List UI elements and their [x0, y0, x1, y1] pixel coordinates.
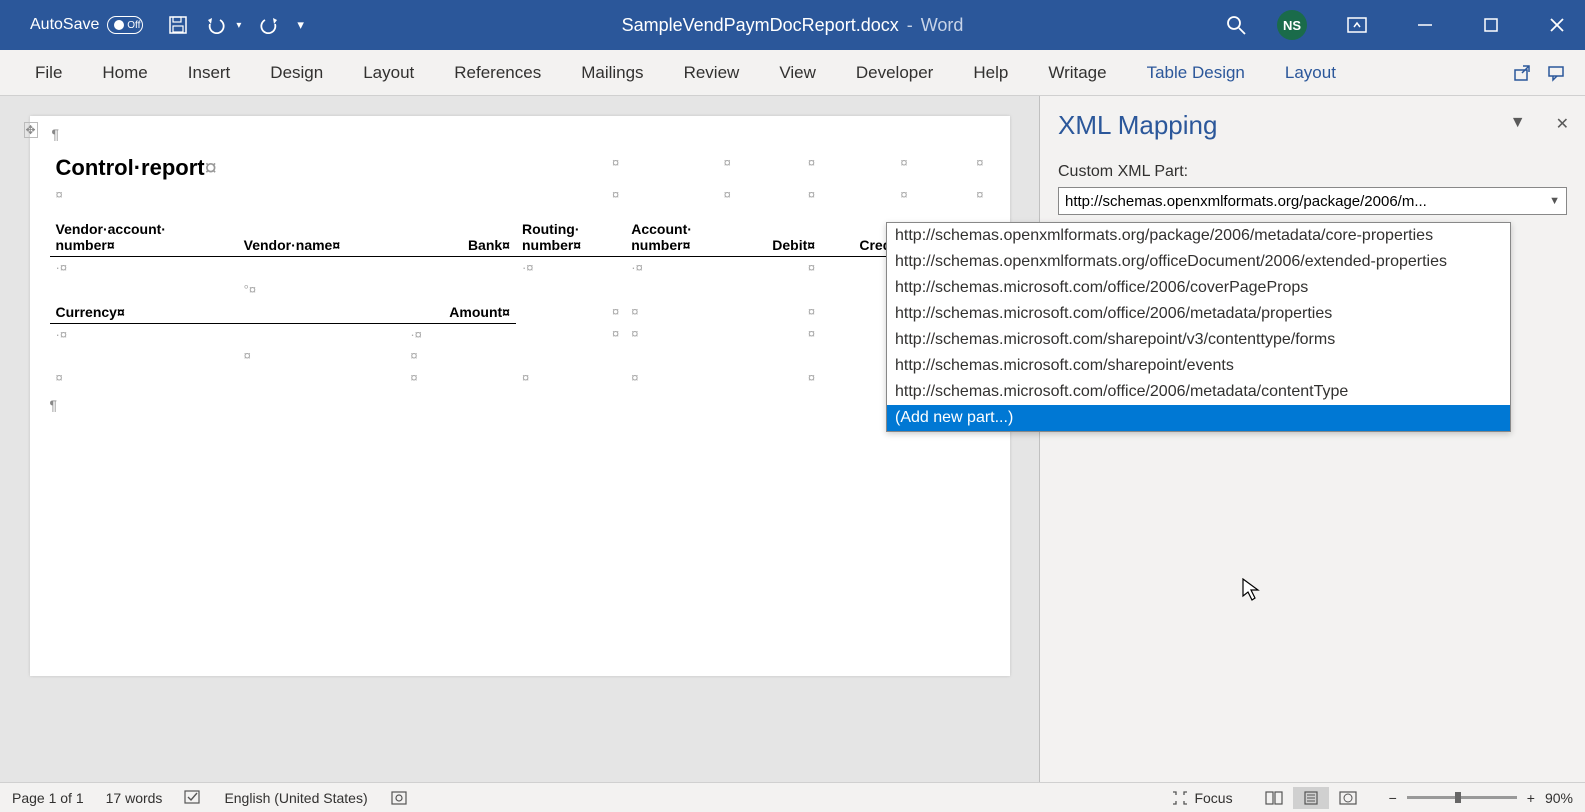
status-words[interactable]: 17 words — [106, 790, 163, 806]
xml-part-combo[interactable]: http://schemas.openxmlformats.org/packag… — [1058, 187, 1567, 215]
autosave-label: AutoSave — [30, 16, 99, 34]
paragraph-mark-icon: ¶ — [52, 126, 60, 142]
comments-icon[interactable] — [1542, 59, 1570, 87]
col-account: Account·number¤ — [625, 218, 737, 257]
col-amount: Amount¤ — [404, 301, 516, 324]
title-bar: AutoSave Off ▾ ▾ SampleVendPaymDocReport… — [0, 0, 1585, 50]
dropdown-option[interactable]: http://schemas.openxmlformats.org/packag… — [887, 223, 1510, 249]
spellcheck-icon[interactable] — [184, 790, 202, 806]
col-vendor-name: Vendor·name¤ — [238, 218, 405, 257]
customize-qat-icon[interactable]: ▾ — [297, 17, 304, 33]
dropdown-option[interactable]: http://schemas.microsoft.com/sharepoint/… — [887, 327, 1510, 353]
dropdown-option[interactable]: http://schemas.microsoft.com/office/2006… — [887, 275, 1510, 301]
dropdown-option[interactable]: http://schemas.openxmlformats.org/office… — [887, 249, 1510, 275]
col-debit: Debit¤ — [737, 218, 821, 257]
col-currency: Currency¤ — [50, 301, 238, 324]
page: ✥ ¶ Control·report¤ ¤ ¤ ¤ ¤ ¤ ¤ ¤ ¤ ¤ ¤ — [30, 116, 1010, 676]
macro-icon[interactable] — [390, 790, 408, 806]
toggle-knob — [114, 20, 124, 30]
dropdown-option[interactable]: http://schemas.microsoft.com/office/2006… — [887, 379, 1510, 405]
pane-options-icon[interactable]: ▼ — [1510, 114, 1526, 134]
main-area: ✥ ¶ Control·report¤ ¤ ¤ ¤ ¤ ¤ ¤ ¤ ¤ ¤ ¤ — [0, 96, 1585, 782]
user-avatar[interactable]: NS — [1277, 10, 1307, 40]
paragraph-mark-icon: ¶ — [50, 397, 990, 413]
tab-help[interactable]: Help — [953, 50, 1028, 96]
maximize-icon[interactable] — [1473, 17, 1509, 33]
title-right-controls: NS — [1225, 10, 1575, 40]
pane-close-icon[interactable]: ✕ — [1556, 114, 1569, 134]
tab-table-layout[interactable]: Layout — [1265, 50, 1356, 96]
search-icon[interactable] — [1225, 14, 1247, 36]
document-name: SampleVendPaymDocReport.docx — [622, 15, 899, 36]
undo-icon[interactable] — [206, 16, 226, 34]
share-icon[interactable] — [1508, 59, 1536, 87]
zoom-out-button[interactable]: − — [1389, 790, 1397, 806]
zoom-slider[interactable] — [1407, 796, 1517, 799]
pane-title: XML Mapping — [1058, 110, 1567, 141]
document-table[interactable]: Control·report¤ ¤ ¤ ¤ ¤ ¤ ¤ ¤ ¤ ¤ ¤ ¤ — [50, 152, 990, 389]
zoom-level[interactable]: 90% — [1545, 790, 1573, 806]
tab-home[interactable]: Home — [82, 50, 167, 96]
window-title: SampleVendPaymDocReport.docx - Word — [622, 15, 964, 36]
xml-mapping-pane: XML Mapping ▼ ✕ Custom XML Part: http://… — [1040, 96, 1585, 782]
zoom-control: − + 90% — [1389, 790, 1573, 806]
focus-mode-button[interactable]: Focus — [1172, 790, 1232, 806]
read-mode-icon[interactable] — [1255, 787, 1293, 809]
dropdown-option[interactable]: http://schemas.microsoft.com/sharepoint/… — [887, 353, 1510, 379]
chevron-down-icon[interactable]: ▼ — [1549, 195, 1560, 207]
web-layout-icon[interactable] — [1329, 787, 1367, 809]
undo-dropdown-icon[interactable]: ▾ — [236, 20, 241, 31]
tab-view[interactable]: View — [759, 50, 836, 96]
tab-table-design[interactable]: Table Design — [1127, 50, 1265, 96]
table-move-handle-icon[interactable]: ✥ — [24, 122, 38, 138]
col-bank: Bank¤ — [404, 218, 516, 257]
tab-writage[interactable]: Writage — [1028, 50, 1126, 96]
dropdown-option-add-new[interactable]: (Add new part...) — [887, 405, 1510, 431]
close-icon[interactable] — [1539, 17, 1575, 33]
zoom-thumb[interactable] — [1455, 792, 1461, 803]
ribbon-display-icon[interactable] — [1337, 17, 1377, 33]
combo-label: Custom XML Part: — [1058, 163, 1567, 181]
document-area[interactable]: ✥ ¶ Control·report¤ ¤ ¤ ¤ ¤ ¤ ¤ ¤ ¤ ¤ ¤ — [0, 96, 1040, 782]
zoom-in-button[interactable]: + — [1527, 790, 1535, 806]
tab-references[interactable]: References — [434, 50, 561, 96]
app-name: Word — [921, 15, 964, 36]
view-buttons — [1255, 787, 1367, 809]
status-bar: Page 1 of 1 17 words English (United Sta… — [0, 782, 1585, 812]
col-routing: Routing·number¤ — [516, 218, 625, 257]
dropdown-option[interactable]: http://schemas.microsoft.com/office/2006… — [887, 301, 1510, 327]
tab-file[interactable]: File — [15, 50, 82, 96]
redo-icon[interactable] — [259, 16, 279, 34]
report-title: Control·report¤ — [56, 155, 217, 180]
tab-design[interactable]: Design — [250, 50, 343, 96]
tab-mailings[interactable]: Mailings — [561, 50, 663, 96]
col-vendor-account: Vendor·account·number¤ — [50, 218, 238, 257]
combo-selected: http://schemas.openxmlformats.org/packag… — [1065, 193, 1549, 210]
tab-developer[interactable]: Developer — [836, 50, 954, 96]
minimize-icon[interactable] — [1407, 17, 1443, 33]
status-page[interactable]: Page 1 of 1 — [12, 790, 84, 806]
quick-access-toolbar: ▾ ▾ — [168, 15, 304, 35]
print-layout-icon[interactable] — [1293, 787, 1329, 809]
xml-part-dropdown[interactable]: http://schemas.openxmlformats.org/packag… — [886, 222, 1511, 432]
status-language[interactable]: English (United States) — [224, 790, 367, 806]
autosave-control[interactable]: AutoSave Off — [30, 16, 143, 34]
tab-review[interactable]: Review — [664, 50, 760, 96]
autosave-toggle[interactable]: Off — [107, 16, 143, 34]
tab-insert[interactable]: Insert — [168, 50, 251, 96]
save-icon[interactable] — [168, 15, 188, 35]
tab-layout[interactable]: Layout — [343, 50, 434, 96]
ribbon-tabs: File Home Insert Design Layout Reference… — [0, 50, 1585, 96]
autosave-state: Off — [127, 20, 140, 31]
